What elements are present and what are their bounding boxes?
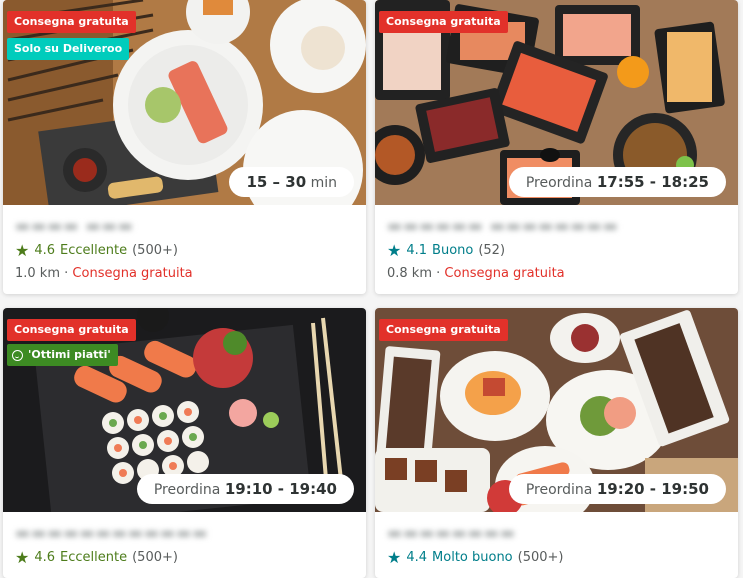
restaurant-info: ▬▬▬▬▬▬▬▬▬▬▬▬ ★ 4.6 Eccellente (500+) <box>3 523 366 566</box>
distance: 1.0 km <box>15 266 60 281</box>
rating-label: Eccellente <box>60 243 128 258</box>
preorder-label: Preordina <box>525 482 593 498</box>
star-icon: ★ <box>15 547 30 567</box>
delivery-time-unit: min <box>310 175 337 191</box>
restaurant-photo[interactable]: Consegna gratuita Preordina 19:20 - 19:5… <box>375 308 738 512</box>
restaurant-name: ▬▬▬▬▬▬▬▬ <box>387 523 516 542</box>
preorder-time-value: 19:10 - 19:40 <box>224 480 337 498</box>
great-food-label: 'Ottimi piatti' <box>28 348 111 361</box>
free-delivery-badge: Consegna gratuita <box>379 11 508 33</box>
restaurant-photo[interactable]: Consegna gratuita Preordina 17:55 - 18:2… <box>375 0 738 205</box>
deliveroo-exclusive-badge: Solo su Deliveroo <box>7 38 130 60</box>
free-delivery-badge: Consegna gratuita <box>7 319 136 341</box>
rating-count: (500+) <box>517 550 564 565</box>
restaurant-info: ▬▬▬▬▬▬▬▬ ★ 4.4 Molto buono (500+) <box>375 523 738 566</box>
delivery-time-value: 15 – 30 <box>246 173 307 191</box>
rating-score: 4.6 <box>34 243 56 258</box>
distance: 0.8 km <box>387 266 432 281</box>
free-delivery-badge: Consegna gratuita <box>379 319 508 341</box>
rating-label: Eccellente <box>60 550 128 565</box>
smiley-icon <box>12 349 23 361</box>
rating-row: ★ 4.6 Eccellente (500+) <box>15 549 354 566</box>
restaurant-info: ▬▬▬▬▬▬ ▬▬▬▬▬▬▬▬ ★ 4.1 Buono (52) 0.8 km … <box>375 216 738 282</box>
restaurant-card[interactable]: Consegna gratuita 'Ottimi piatti' Preord… <box>3 308 366 578</box>
preorder-time-pill: Preordina 19:20 - 19:50 <box>508 474 726 504</box>
rating-label: Buono <box>432 243 474 258</box>
rating-row: ★ 4.1 Buono (52) <box>387 242 726 259</box>
free-delivery-badge: Consegna gratuita <box>7 11 136 33</box>
restaurant-name: ▬▬▬▬▬▬ ▬▬▬▬▬▬▬▬ <box>387 216 619 235</box>
restaurant-photo[interactable]: Consegna gratuita Solo su Deliveroo 15 –… <box>3 0 366 205</box>
separator: · <box>436 266 441 281</box>
delivery-time-pill: 15 – 30 min <box>229 167 354 197</box>
restaurant-name: ▬▬▬▬▬▬▬▬▬▬▬▬ <box>15 523 209 542</box>
rating-count: (500+) <box>132 243 178 258</box>
rating-row: ★ 4.4 Molto buono (500+) <box>387 549 726 566</box>
preorder-time-value: 19:20 - 19:50 <box>596 480 709 498</box>
star-icon: ★ <box>387 240 402 260</box>
rating-label: Molto buono <box>432 550 513 565</box>
rating-score: 4.6 <box>34 550 56 565</box>
delivery-fee: Consegna gratuita <box>444 266 565 281</box>
rating-score: 4.4 <box>406 550 428 565</box>
rating-score: 4.1 <box>406 243 428 258</box>
preorder-time-value: 17:55 - 18:25 <box>596 173 709 191</box>
preorder-label: Preordina <box>153 482 221 498</box>
great-food-badge: 'Ottimi piatti' <box>7 344 118 366</box>
preorder-time-pill: Preordina 19:10 - 19:40 <box>136 474 354 504</box>
preorder-label: Preordina <box>525 175 593 191</box>
restaurant-info: ▬▬▬▬ ▬▬▬ ★ 4.6 Eccellente (500+) 1.0 km … <box>3 216 366 282</box>
rating-row: ★ 4.6 Eccellente (500+) <box>15 242 354 259</box>
rating-count: (52) <box>478 243 506 258</box>
meta-row: 1.0 km · Consegna gratuita <box>15 265 354 282</box>
meta-row: 0.8 km · Consegna gratuita <box>387 265 726 282</box>
restaurant-name: ▬▬▬▬ ▬▬▬ <box>15 216 134 235</box>
restaurant-card[interactable]: Consegna gratuita Preordina 19:20 - 19:5… <box>375 308 738 578</box>
rating-count: (500+) <box>132 550 178 565</box>
delivery-fee: Consegna gratuita <box>72 266 193 281</box>
star-icon: ★ <box>387 547 402 567</box>
restaurant-photo[interactable]: Consegna gratuita 'Ottimi piatti' Preord… <box>3 308 366 512</box>
star-icon: ★ <box>15 240 30 260</box>
restaurant-card[interactable]: Consegna gratuita Solo su Deliveroo 15 –… <box>3 0 366 294</box>
restaurant-card[interactable]: Consegna gratuita Preordina 17:55 - 18:2… <box>375 0 738 294</box>
preorder-time-pill: Preordina 17:55 - 18:25 <box>508 167 726 197</box>
separator: · <box>64 266 69 281</box>
